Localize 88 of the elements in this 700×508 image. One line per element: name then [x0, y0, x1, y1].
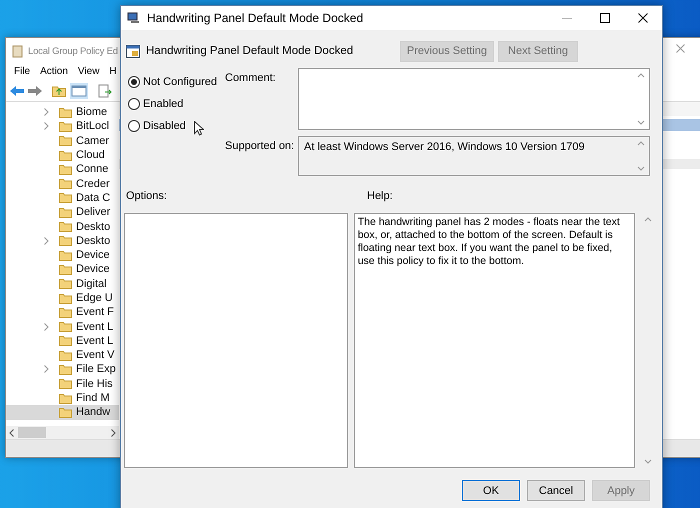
window-title: Local Group Policy Ed: [28, 46, 118, 56]
tree-item[interactable]: Conne: [6, 162, 119, 176]
comment-field[interactable]: [298, 68, 650, 130]
folder-icon: [59, 306, 72, 318]
folder-icon: [59, 378, 72, 390]
tree-item[interactable]: Event F: [6, 305, 119, 320]
radio-option[interactable]: Not Configured: [128, 74, 222, 90]
menu-item[interactable]: View: [72, 64, 104, 80]
scroll-up-icon[interactable]: [644, 217, 652, 222]
export-list-icon[interactable]: [98, 84, 112, 98]
folder-icon: [59, 350, 72, 361]
folder-icon: [59, 335, 72, 346]
supported-label: Supported on:: [225, 139, 295, 154]
computer-icon: [127, 12, 141, 24]
radio-option[interactable]: Disabled: [128, 118, 222, 134]
tree-item[interactable]: Device: [6, 262, 119, 277]
tree-item[interactable]: Biome: [6, 105, 119, 120]
scroll-down-icon[interactable]: [637, 166, 645, 171]
maximize-icon[interactable]: [600, 13, 610, 23]
folder-icon: [59, 192, 72, 204]
radio-button[interactable]: [128, 120, 140, 132]
tree-item[interactable]: Event L: [6, 319, 119, 334]
menu-item[interactable]: File: [9, 64, 36, 80]
menu-item[interactable]: H: [104, 64, 122, 80]
folder-icon: [59, 235, 72, 246]
dialog-title: Handwriting Panel Default Mode Docked: [147, 11, 364, 25]
scroll-down-icon[interactable]: [637, 120, 645, 125]
options-label: Options:: [125, 190, 168, 204]
folder-icon: [59, 178, 72, 190]
scrollbar-thumb[interactable]: [18, 427, 46, 438]
radio-option[interactable]: Enabled: [128, 96, 222, 112]
setting-name: Handwriting Panel Default Mode Docked: [146, 45, 354, 57]
console-tree-icon[interactable]: [70, 82, 88, 98]
tree-item[interactable]: Cloud: [6, 148, 119, 162]
tree-item[interactable]: Handw: [6, 405, 119, 420]
radio-button[interactable]: [128, 98, 140, 110]
horizontal-scrollbar[interactable]: [6, 426, 119, 439]
folder-icon: [59, 250, 72, 261]
chevron-icon[interactable]: [44, 236, 49, 245]
folder-icon: [59, 106, 72, 118]
supported-on-field: At least Windows Server 2016, Windows 10 Version 1709: [298, 136, 650, 176]
scroll-up-icon[interactable]: [637, 141, 645, 146]
folder-icon: [59, 150, 72, 161]
tree-item[interactable]: Camer: [6, 134, 119, 148]
radio-button[interactable]: [128, 76, 140, 88]
menu-item[interactable]: Action: [35, 64, 73, 80]
folder-icon: [59, 321, 72, 332]
folder-up-icon[interactable]: [52, 84, 66, 96]
tree-item[interactable]: Digital: [6, 276, 119, 291]
tree-item[interactable]: Find M: [6, 390, 119, 406]
tree-item[interactable]: Event V: [6, 348, 119, 362]
tree-item[interactable]: Data C: [6, 190, 119, 206]
close-icon[interactable]: [638, 13, 648, 23]
tree-item[interactable]: Deskto: [6, 234, 119, 248]
tree-item[interactable]: Device: [6, 248, 119, 262]
folder-icon: [59, 292, 72, 304]
scroll-right-icon[interactable]: [111, 428, 116, 436]
scroll-up-icon[interactable]: [637, 73, 645, 78]
help-text: The handwriting panel has 2 modes - floats near the text box, or, attached to the bottom of the screen. Default is floating near text box. If you want the panel to be fixed, use this policy to fix it to the bottom.: [356, 215, 621, 269]
chevron-icon[interactable]: [44, 365, 49, 374]
folder-icon: [59, 364, 72, 375]
folder-icon: [59, 278, 72, 290]
help-label: Help:: [367, 190, 393, 204]
tree-item[interactable]: Creder: [6, 176, 119, 191]
tree-item[interactable]: Edge U: [6, 290, 119, 306]
folder-icon: [59, 221, 72, 232]
back-arrow-icon[interactable]: [10, 86, 24, 96]
dialog-button[interactable]: Cancel: [527, 480, 585, 501]
tree-item[interactable]: Event L: [6, 334, 119, 348]
tree-item[interactable]: File His: [6, 376, 119, 391]
tree-item[interactable]: Deliver: [6, 205, 119, 220]
chevron-icon[interactable]: [44, 322, 49, 331]
folder-icon: [59, 120, 72, 132]
folder-icon: [59, 406, 72, 418]
setting-icon: [126, 44, 140, 58]
tree-item[interactable]: BitLocl: [6, 119, 119, 134]
dialog-button[interactable]: OK: [462, 480, 520, 501]
scroll-down-icon[interactable]: [644, 459, 652, 464]
folder-icon: [59, 135, 72, 146]
folder-icon: [59, 264, 72, 275]
folder-icon: [59, 206, 72, 218]
folder-icon: [59, 164, 72, 175]
tree-item[interactable]: Deskto: [6, 219, 119, 234]
forward-arrow-icon[interactable]: [28, 86, 42, 96]
comment-label: Comment:: [225, 71, 277, 86]
tree-item[interactable]: File Exp: [6, 362, 119, 377]
mouse-cursor-icon: [194, 121, 204, 136]
scroll-left-icon[interactable]: [9, 428, 14, 436]
